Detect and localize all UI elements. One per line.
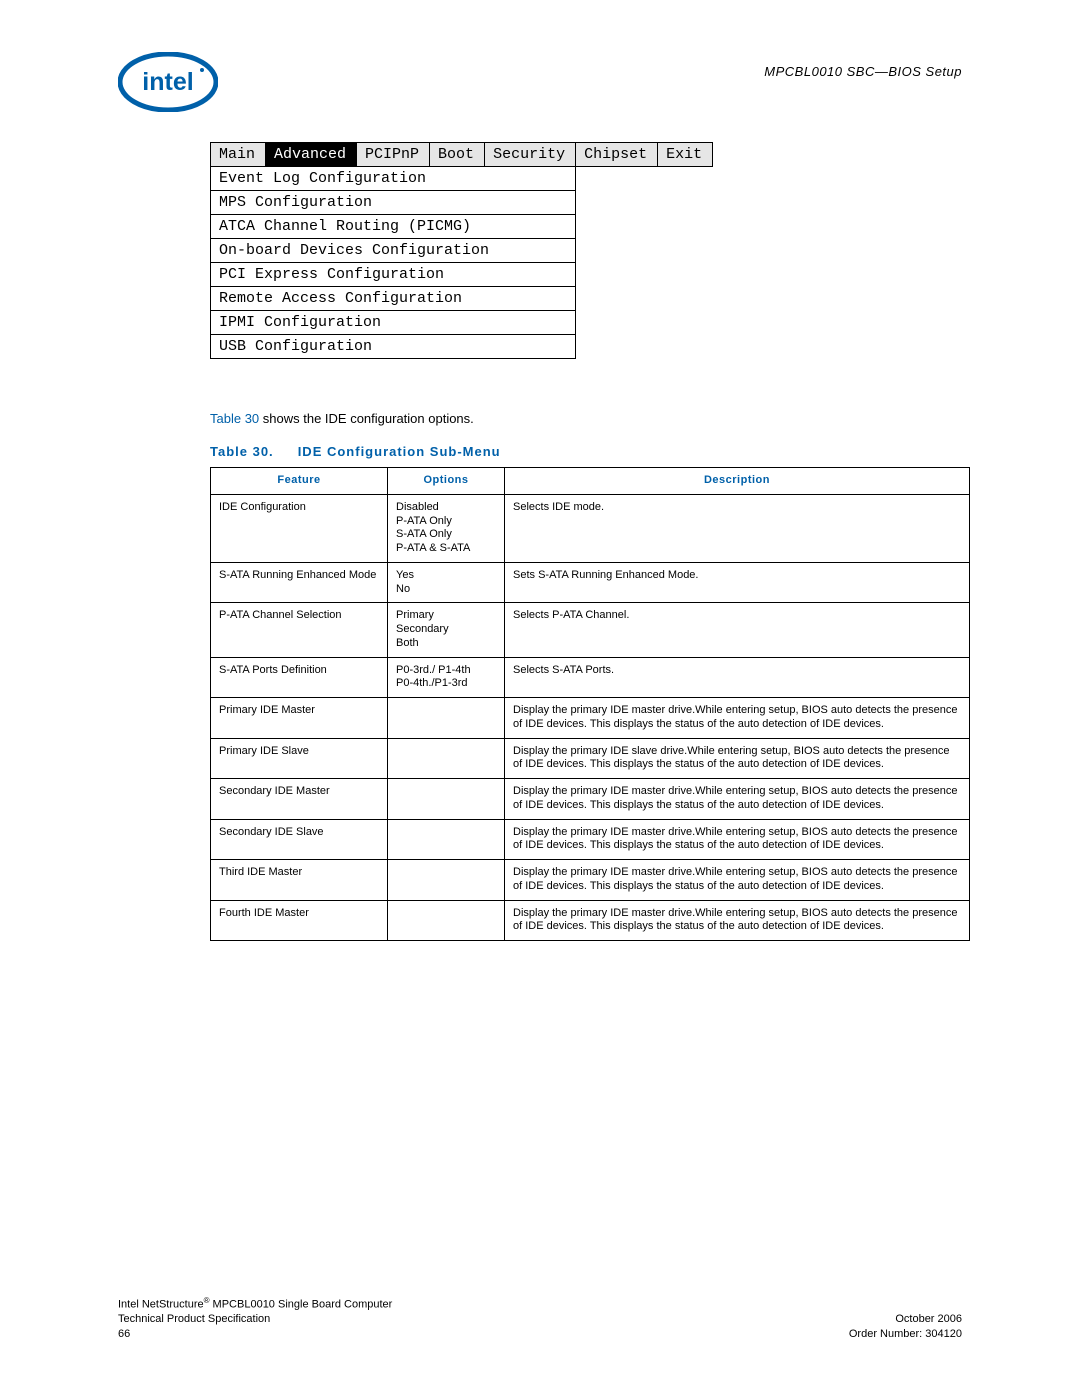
- tab-exit[interactable]: Exit: [658, 143, 713, 167]
- table-row: IDE ConfigurationDisabled P-ATA Only S-A…: [211, 494, 970, 562]
- intro-paragraph: Table 30 shows the IDE configuration opt…: [210, 411, 962, 426]
- tab-boot[interactable]: Boot: [430, 143, 485, 167]
- cell-options: [388, 738, 505, 779]
- footer-date: October 2006: [849, 1312, 962, 1326]
- intel-logo: intel: [118, 52, 218, 112]
- cell-options: Yes No: [388, 562, 505, 603]
- table-row: Primary IDE Master Display the primary ID…: [211, 698, 970, 739]
- cell-feature: S-ATA Running Enhanced Mode: [211, 562, 388, 603]
- tab-advanced[interactable]: Advanced: [266, 143, 357, 167]
- cell-feature: Primary IDE Slave: [211, 738, 388, 779]
- menu-item[interactable]: USB Configuration: [211, 335, 576, 359]
- table-row: Primary IDE Slave Display the primary IDE…: [211, 738, 970, 779]
- footer-product: Intel NetStructure: [118, 1299, 204, 1311]
- menu-item[interactable]: ATCA Channel Routing (PICMG): [211, 215, 576, 239]
- cell-description: Display the primary IDE master drive.Whi…: [505, 779, 970, 820]
- cell-options: Primary Secondary Both: [388, 603, 505, 657]
- tab-security[interactable]: Security: [485, 143, 576, 167]
- svg-text:intel: intel: [142, 68, 193, 96]
- tab-main[interactable]: Main: [211, 143, 266, 167]
- table-caption: Table 30. IDE Configuration Sub-Menu: [210, 444, 962, 459]
- table-row: Secondary IDE Master Display the primary …: [211, 779, 970, 820]
- cell-description: Display the primary IDE master drive.Whi…: [505, 819, 970, 860]
- caption-number: Table 30.: [210, 444, 274, 459]
- tab-chipset[interactable]: Chipset: [576, 143, 658, 167]
- doc-header-title: MPCBL0010 SBC—BIOS Setup: [764, 52, 962, 79]
- menu-item[interactable]: On-board Devices Configuration: [211, 239, 576, 263]
- ide-config-table: Feature Options Description IDE Configur…: [210, 467, 970, 941]
- cell-description: Display the primary IDE master drive.Whi…: [505, 900, 970, 941]
- cell-options: P0-3rd./ P1-4th P0-4th./P1-3rd: [388, 657, 505, 698]
- cell-feature: Primary IDE Master: [211, 698, 388, 739]
- cell-description: Selects S-ATA Ports.: [505, 657, 970, 698]
- cell-description: Selects P-ATA Channel.: [505, 603, 970, 657]
- col-feature: Feature: [211, 468, 388, 495]
- cell-feature: P-ATA Channel Selection: [211, 603, 388, 657]
- cell-options: [388, 860, 505, 901]
- bios-menu-tabs-row: Main Advanced PCIPnP Boot Security Chips…: [211, 143, 713, 167]
- bios-menu-table: Main Advanced PCIPnP Boot Security Chips…: [210, 142, 713, 359]
- cell-description: Display the primary IDE master drive.Whi…: [505, 698, 970, 739]
- table-row: Secondary IDE Slave Display the primary I…: [211, 819, 970, 860]
- cell-description: Sets S-ATA Running Enhanced Mode.: [505, 562, 970, 603]
- menu-item[interactable]: Event Log Configuration: [211, 167, 576, 191]
- cell-feature: S-ATA Ports Definition: [211, 657, 388, 698]
- table-row: Third IDE Master Display the primary IDE …: [211, 860, 970, 901]
- cell-options: [388, 698, 505, 739]
- table-row: S-ATA Running Enhanced ModeYes NoSets S-…: [211, 562, 970, 603]
- cell-description: Display the primary IDE master drive.Whi…: [505, 860, 970, 901]
- footer-product-2: MPCBL0010 Single Board Computer: [210, 1299, 393, 1311]
- cell-description: Display the primary IDE slave drive.Whil…: [505, 738, 970, 779]
- cell-feature: Fourth IDE Master: [211, 900, 388, 941]
- table-row: P-ATA Channel SelectionPrimary Secondary…: [211, 603, 970, 657]
- table-row: Fourth IDE Master Display the primary IDE…: [211, 900, 970, 941]
- cell-feature: Secondary IDE Slave: [211, 819, 388, 860]
- menu-item[interactable]: IPMI Configuration: [211, 311, 576, 335]
- cell-feature: Secondary IDE Master: [211, 779, 388, 820]
- tab-pcipnp[interactable]: PCIPnP: [357, 143, 430, 167]
- footer-page-number: 66: [118, 1327, 392, 1341]
- cell-feature: IDE Configuration: [211, 494, 388, 562]
- cell-description: Selects IDE mode.: [505, 494, 970, 562]
- menu-item[interactable]: MPS Configuration: [211, 191, 576, 215]
- cell-options: [388, 900, 505, 941]
- table-ref-link[interactable]: Table 30: [210, 411, 259, 426]
- cell-options: [388, 779, 505, 820]
- cell-options: Disabled P-ATA Only S-ATA Only P-ATA & S…: [388, 494, 505, 562]
- intro-rest: shows the IDE configuration options.: [259, 411, 474, 426]
- cell-feature: Third IDE Master: [211, 860, 388, 901]
- footer-order-number: Order Number: 304120: [849, 1327, 962, 1341]
- caption-title: IDE Configuration Sub-Menu: [298, 444, 501, 459]
- menu-item[interactable]: PCI Express Configuration: [211, 263, 576, 287]
- table-row: S-ATA Ports DefinitionP0-3rd./ P1-4th P0…: [211, 657, 970, 698]
- page-footer: Intel NetStructure® MPCBL0010 Single Boa…: [118, 1296, 962, 1341]
- footer-spec: Technical Product Specification: [118, 1312, 392, 1326]
- cell-options: [388, 819, 505, 860]
- menu-item[interactable]: Remote Access Configuration: [211, 287, 576, 311]
- col-options: Options: [388, 468, 505, 495]
- col-description: Description: [505, 468, 970, 495]
